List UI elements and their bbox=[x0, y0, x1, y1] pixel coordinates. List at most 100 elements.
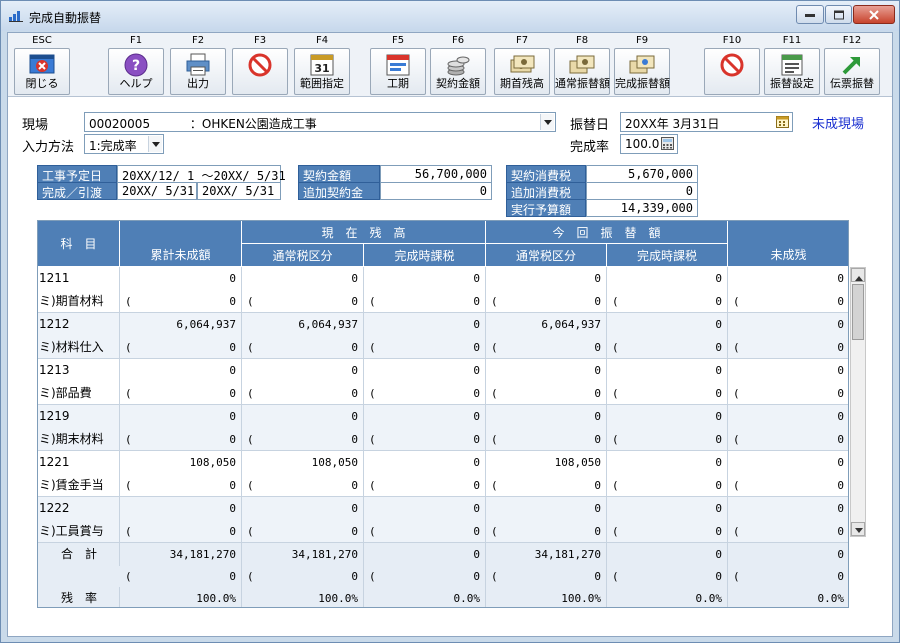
sub-amount-cell[interactable]: (0 bbox=[242, 474, 364, 497]
amount-cell[interactable]: 0 bbox=[120, 267, 242, 290]
amount-cell[interactable]: 0 bbox=[728, 313, 848, 336]
sub-amount-cell[interactable]: (0 bbox=[364, 474, 486, 497]
completion-rate-field[interactable]: 100.0 bbox=[620, 134, 678, 154]
table-row[interactable]: 1222 ミ)工員賞与 0(0 0(0 0(0 0(0 0(0 0(0 bbox=[38, 497, 848, 543]
amount-cell[interactable]: 0 bbox=[486, 359, 607, 382]
sub-amount-cell[interactable]: (0 bbox=[486, 336, 607, 359]
amount-cell[interactable]: 0 bbox=[486, 405, 607, 428]
amount-cell[interactable]: 0 bbox=[364, 405, 486, 428]
amount-cell[interactable]: 0 bbox=[364, 359, 486, 382]
toolbar-button-f8[interactable]: 通常振替額 bbox=[554, 48, 610, 95]
amount-cell[interactable]: 0 bbox=[486, 497, 607, 520]
sub-amount-cell[interactable]: (0 bbox=[242, 428, 364, 451]
amount-cell[interactable]: 108,050 bbox=[120, 451, 242, 474]
table-row[interactable]: 1213 ミ)部品費 0(0 0(0 0(0 0(0 0(0 0(0 bbox=[38, 359, 848, 405]
sub-amount-cell[interactable]: (0 bbox=[728, 428, 848, 451]
toolbar-button-f3[interactable] bbox=[232, 48, 288, 95]
sub-amount-cell[interactable]: (0 bbox=[607, 290, 728, 313]
amount-cell[interactable]: 108,050 bbox=[242, 451, 364, 474]
amount-cell[interactable]: 0 bbox=[242, 359, 364, 382]
toolbar-button-esc[interactable]: 閉じる bbox=[14, 48, 70, 95]
sub-amount-cell[interactable]: (0 bbox=[486, 520, 607, 543]
grid-scrollbar[interactable] bbox=[850, 267, 866, 537]
calendar-icon[interactable] bbox=[776, 115, 789, 128]
amount-cell[interactable]: 108,050 bbox=[486, 451, 607, 474]
amount-cell[interactable]: 0 bbox=[364, 313, 486, 336]
amount-cell[interactable]: 0 bbox=[486, 267, 607, 290]
amount-cell[interactable]: 0 bbox=[728, 451, 848, 474]
amount-cell[interactable]: 0 bbox=[607, 313, 728, 336]
table-row[interactable]: 1221 ミ)賃金手当 108,050(0 108,050(0 0(0 108,050(0… bbox=[38, 451, 848, 497]
sub-amount-cell[interactable]: (0 bbox=[242, 336, 364, 359]
sub-amount-cell[interactable]: (0 bbox=[607, 382, 728, 405]
sub-amount-cell[interactable]: (0 bbox=[120, 520, 242, 543]
chevron-down-icon[interactable] bbox=[148, 136, 162, 152]
sub-amount-cell[interactable]: (0 bbox=[486, 474, 607, 497]
amount-cell[interactable]: 0 bbox=[607, 451, 728, 474]
amount-cell[interactable]: 0 bbox=[242, 267, 364, 290]
sub-amount-cell[interactable]: (0 bbox=[607, 520, 728, 543]
amount-cell[interactable]: 0 bbox=[120, 497, 242, 520]
amount-cell[interactable]: 0 bbox=[120, 359, 242, 382]
sub-amount-cell[interactable]: (0 bbox=[728, 520, 848, 543]
amount-cell[interactable]: 0 bbox=[607, 497, 728, 520]
scroll-thumb[interactable] bbox=[852, 284, 864, 340]
amount-cell[interactable]: 0 bbox=[364, 451, 486, 474]
toolbar-button-f1[interactable]: ? ヘルプ bbox=[108, 48, 164, 95]
toolbar-button-f2[interactable]: 出力 bbox=[170, 48, 226, 95]
amount-cell[interactable]: 0 bbox=[120, 405, 242, 428]
sub-amount-cell[interactable]: (0 bbox=[486, 382, 607, 405]
sub-amount-cell[interactable]: (0 bbox=[486, 290, 607, 313]
toolbar-button-f11[interactable]: 振替設定 bbox=[764, 48, 820, 95]
amount-cell[interactable]: 0 bbox=[607, 359, 728, 382]
input-method-select[interactable]: 1:完成率 bbox=[84, 134, 164, 154]
amount-cell[interactable]: 0 bbox=[728, 267, 848, 290]
amount-cell[interactable]: 0 bbox=[728, 359, 848, 382]
toolbar-button-f6[interactable]: 契約金額 bbox=[430, 48, 486, 95]
sub-amount-cell[interactable]: (0 bbox=[120, 290, 242, 313]
amount-cell[interactable]: 0 bbox=[607, 405, 728, 428]
sub-amount-cell[interactable]: (0 bbox=[728, 290, 848, 313]
sub-amount-cell[interactable]: (0 bbox=[364, 428, 486, 451]
close-window-button[interactable] bbox=[853, 5, 895, 24]
sub-amount-cell[interactable]: (0 bbox=[364, 336, 486, 359]
sub-amount-cell[interactable]: (0 bbox=[120, 382, 242, 405]
toolbar-button-f5[interactable]: 工期 bbox=[370, 48, 426, 95]
amount-cell[interactable]: 0 bbox=[607, 267, 728, 290]
toolbar-button-f10[interactable] bbox=[704, 48, 760, 95]
toolbar-button-f9[interactable]: 完成振替額 bbox=[614, 48, 670, 95]
sub-amount-cell[interactable]: (0 bbox=[364, 290, 486, 313]
amount-cell[interactable]: 0 bbox=[364, 497, 486, 520]
sub-amount-cell[interactable]: (0 bbox=[120, 336, 242, 359]
amount-cell[interactable]: 6,064,937 bbox=[242, 313, 364, 336]
sub-amount-cell[interactable]: (0 bbox=[607, 474, 728, 497]
sub-amount-cell[interactable]: (0 bbox=[486, 428, 607, 451]
scroll-up-icon[interactable] bbox=[851, 268, 865, 282]
transfer-date-field[interactable]: 20XX年 3月31日 bbox=[620, 112, 793, 132]
amount-cell[interactable]: 0 bbox=[364, 267, 486, 290]
sub-amount-cell[interactable]: (0 bbox=[242, 520, 364, 543]
amount-cell[interactable]: 6,064,937 bbox=[120, 313, 242, 336]
sub-amount-cell[interactable]: (0 bbox=[607, 336, 728, 359]
chevron-down-icon[interactable] bbox=[540, 114, 554, 130]
sub-amount-cell[interactable]: (0 bbox=[728, 382, 848, 405]
toolbar-button-f4[interactable]: 31 範囲指定 bbox=[294, 48, 350, 95]
sub-amount-cell[interactable]: (0 bbox=[364, 520, 486, 543]
amount-cell[interactable]: 0 bbox=[242, 497, 364, 520]
site-select[interactable]: 00020005 ：OHKEN公園造成工事 bbox=[84, 112, 556, 132]
table-row[interactable]: 1212 ミ)材料仕入 6,064,937(0 6,064,937(0 0(0 6,064… bbox=[38, 313, 848, 359]
table-row[interactable]: 1211 ミ)期首材料 0(0 0(0 0(0 0(0 0(0 0(0 bbox=[38, 267, 848, 313]
sub-amount-cell[interactable]: (0 bbox=[728, 336, 848, 359]
sub-amount-cell[interactable]: (0 bbox=[728, 474, 848, 497]
toolbar-button-f7[interactable]: 期首残高 bbox=[494, 48, 550, 95]
amount-cell[interactable]: 6,064,937 bbox=[486, 313, 607, 336]
sub-amount-cell[interactable]: (0 bbox=[607, 428, 728, 451]
toolbar-button-f12[interactable]: 伝票振替 bbox=[824, 48, 880, 95]
maximize-button[interactable] bbox=[825, 5, 852, 24]
amount-cell[interactable]: 0 bbox=[728, 405, 848, 428]
scroll-down-icon[interactable] bbox=[851, 522, 865, 536]
sub-amount-cell[interactable]: (0 bbox=[242, 290, 364, 313]
amount-cell[interactable]: 0 bbox=[242, 405, 364, 428]
amount-cell[interactable]: 0 bbox=[728, 497, 848, 520]
calculator-icon[interactable] bbox=[661, 137, 674, 150]
